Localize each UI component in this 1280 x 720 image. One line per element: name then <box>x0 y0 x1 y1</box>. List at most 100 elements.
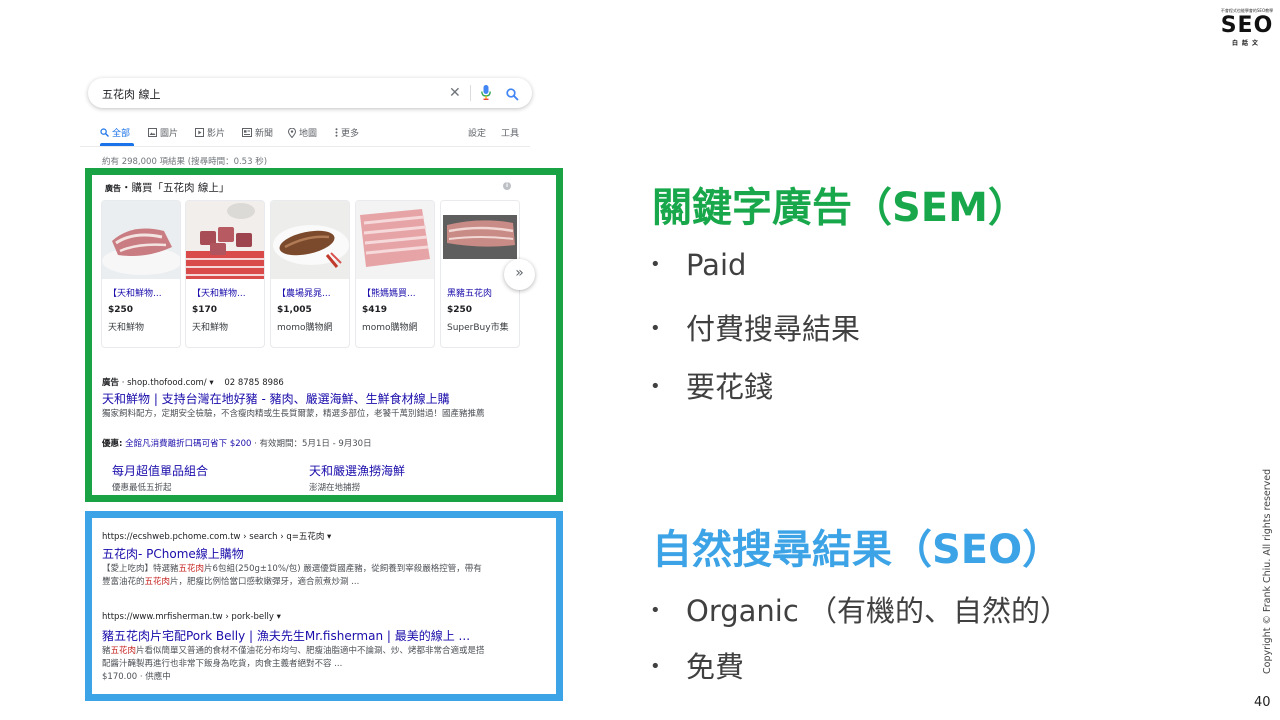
snippet-extra: $170.00 · 供應中 <box>102 672 171 682</box>
search-icon[interactable] <box>506 86 519 105</box>
copyright-notice: Copyright © Frank Chiu. All rights reser… <box>1262 468 1273 674</box>
tabs-divider <box>80 146 530 147</box>
sem-bullet: • Paid <box>650 248 747 282</box>
tools-link[interactable]: 工具 <box>501 126 519 139</box>
seo-heading: 自然搜尋結果（SEO） <box>652 527 1063 573</box>
sitelink[interactable]: 天和嚴選漁撈海鮮 澎湖在地捕撈 <box>309 462 405 493</box>
product-image <box>356 201 434 279</box>
search-input[interactable]: 五花肉 線上 ✕ <box>88 78 532 108</box>
sem-bullet: • 付費搜尋結果 <box>650 312 861 346</box>
snippet-keyword: 五花肉 <box>144 577 171 587</box>
info-icon[interactable]: i <box>503 182 511 190</box>
snippet-keyword: 五花肉 <box>110 646 137 656</box>
ad-tag: 廣告 <box>105 184 121 193</box>
product-image <box>271 201 349 279</box>
ad-promotion: 優惠: 全館凡消費離折口碼可省下 $200 · 有效期間：5月1日 - 9月30… <box>102 437 372 449</box>
promo-label: 優惠: <box>102 439 123 449</box>
more-vertical-icon <box>335 128 338 137</box>
ad-tag: 廣告 <box>102 378 120 388</box>
tab-videos-label: 影片 <box>207 129 226 139</box>
sitelink-title[interactable]: 每月超值單品組合 <box>112 462 208 479</box>
seo-bullet: • 免費 <box>650 650 745 684</box>
seo-bullet: • Organic （有機的、自然的） <box>650 594 1070 628</box>
tab-all[interactable]: 全部 <box>100 126 130 139</box>
clear-icon[interactable]: ✕ <box>449 85 461 101</box>
sitelink-desc: 優惠最低五折起 <box>112 483 172 493</box>
product-title[interactable]: 【農場晁晁... <box>277 286 349 299</box>
ad-description: 獨家飼料配方，定期安全檢驗，不含瘦肉精或生長質爾蒙，精選多部位，老饕千萬別錯過！… <box>102 409 485 419</box>
organic-result-title[interactable]: 豬五花肉片宅配Pork Belly | 漁夫先生Mr.fisherman | 最… <box>102 627 470 644</box>
search-query: 五花肉 線上 <box>102 88 161 101</box>
seo-bullet-text: 免費 <box>686 650 745 684</box>
product-card[interactable]: 【天和鮮物... $250 天和鮮物 <box>101 200 181 348</box>
sitelink-desc: 澎湖在地捕撈 <box>309 483 361 493</box>
snippet-text: 片看似簡單又普通的食材不僅油花分布均勻、肥瘦油脂適中不論涮、炒、烤都非常合適或是… <box>102 646 485 669</box>
settings-link[interactable]: 設定 <box>468 126 486 139</box>
organic-result-snippet: 【愛上吃肉】特選豬五花肉片6包組(250g±10%/包) 嚴選優質國產豬，從飼養… <box>102 563 487 589</box>
microphone-icon[interactable] <box>481 85 491 104</box>
product-store: 天和鮮物 <box>192 323 229 333</box>
product-store: momo購物網 <box>362 323 418 333</box>
organic-result-url[interactable]: https://www.mrfisherman.tw › pork-belly … <box>102 612 281 622</box>
snippet-text: 片，肥瘦比例恰當口感軟嫩彈牙，適合煎煮炒涮 ... <box>170 577 360 587</box>
product-title[interactable]: 【熊媽媽買... <box>362 286 434 299</box>
promo-period: · 有效期間：5月1日 - 9月30日 <box>254 439 372 449</box>
sem-bullet: • 要花錢 <box>650 370 774 404</box>
seo-logo: 不會程式也能學會的SEO教學 SEO 白話文 <box>1214 8 1280 47</box>
ad-url-line: 廣告 · shop.thofood.com/ ▾ 02 8785 8986 <box>102 376 284 388</box>
snippet-keyword: 五花肉 <box>178 564 205 574</box>
promo-link[interactable]: 全館凡消費離折口碼可省下 $200 <box>125 439 251 449</box>
product-title[interactable]: 黑豬五花肉 <box>447 286 519 299</box>
tab-news[interactable]: 新聞 <box>242 126 273 139</box>
video-icon <box>195 128 204 137</box>
sem-bullet-text: 付費搜尋結果 <box>686 312 861 346</box>
snippet-text: 豬 <box>102 646 111 656</box>
tab-videos[interactable]: 影片 <box>195 126 225 139</box>
product-store: momo購物網 <box>277 323 333 333</box>
product-image <box>102 201 180 279</box>
organic-result-snippet: 豬五花肉片看似簡單又普通的食材不僅油花分布均勻、肥瘦油脂適中不論涮、炒、烤都非常… <box>102 645 487 684</box>
tab-news-label: 新聞 <box>255 129 274 139</box>
next-products-button[interactable]: » <box>504 259 535 290</box>
search-tabs: 全部 圖片 影片 新聞 地圖 更多 設定 工具 <box>88 122 528 146</box>
seo-bullet-text: Organic （有機的、自然的） <box>686 594 1070 628</box>
tab-more-label: 更多 <box>341 129 360 139</box>
tab-images[interactable]: 圖片 <box>148 126 178 139</box>
sem-bullet-text: Paid <box>686 248 747 282</box>
tab-maps[interactable]: 地圖 <box>288 126 317 139</box>
map-pin-icon <box>288 127 296 138</box>
sem-heading: 關鍵字廣告（SEM） <box>652 185 1028 231</box>
tab-all-label: 全部 <box>112 129 131 139</box>
logo-main: SEO <box>1220 13 1274 38</box>
page-number: 40 <box>1254 695 1271 710</box>
result-stats: 約有 298,000 項結果 (搜尋時間：0.53 秒) <box>102 157 268 167</box>
search-divider <box>470 85 471 101</box>
product-card[interactable]: 【農場晁晁... $1,005 momo購物網 <box>270 200 350 348</box>
product-card[interactable]: 【熊媽媽買... $419 momo購物網 <box>355 200 435 348</box>
image-icon <box>148 128 157 137</box>
product-store: SuperBuy市集 <box>447 323 509 333</box>
product-store: 天和鮮物 <box>108 323 145 333</box>
sitelink[interactable]: 每月超值單品組合 優惠最低五折起 <box>112 462 208 493</box>
organic-result-url[interactable]: https://ecshweb.pchome.com.tw › search ›… <box>102 530 331 542</box>
product-price: $250 <box>447 305 473 315</box>
news-icon <box>242 128 252 137</box>
logo-sub: 白話文 <box>1231 40 1262 47</box>
organic-result-title[interactable]: 五花肉- PChome線上購物 <box>102 545 244 562</box>
snippet-text: 【愛上吃肉】特選豬 <box>102 564 179 574</box>
product-image <box>186 201 264 279</box>
product-title[interactable]: 【天和鮮物... <box>192 286 264 299</box>
ad-display-url[interactable]: · shop.thofood.com/ ▾ <box>122 378 214 388</box>
product-title[interactable]: 【天和鮮物... <box>108 286 180 299</box>
sitelink-title[interactable]: 天和嚴選漁撈海鮮 <box>309 462 405 479</box>
product-card[interactable]: 【天和鮮物... $170 天和鮮物 <box>185 200 265 348</box>
product-price: $250 <box>108 305 134 315</box>
ad-phone[interactable]: 02 8785 8986 <box>224 378 283 388</box>
tab-maps-label: 地圖 <box>299 129 318 139</box>
ad-title-link[interactable]: 天和鮮物 | 支持台灣在地好豬 - 豬肉、嚴選海鮮、生鮮食材線上購 <box>102 390 450 407</box>
product-price: $1,005 <box>277 305 312 315</box>
shopping-ads-title: ・購買「五花肉 線上」 <box>121 182 230 194</box>
shopping-ads-header: 廣告・購買「五花肉 線上」 <box>105 180 229 195</box>
tab-more[interactable]: 更多 <box>335 126 359 139</box>
product-price: $170 <box>192 305 218 315</box>
